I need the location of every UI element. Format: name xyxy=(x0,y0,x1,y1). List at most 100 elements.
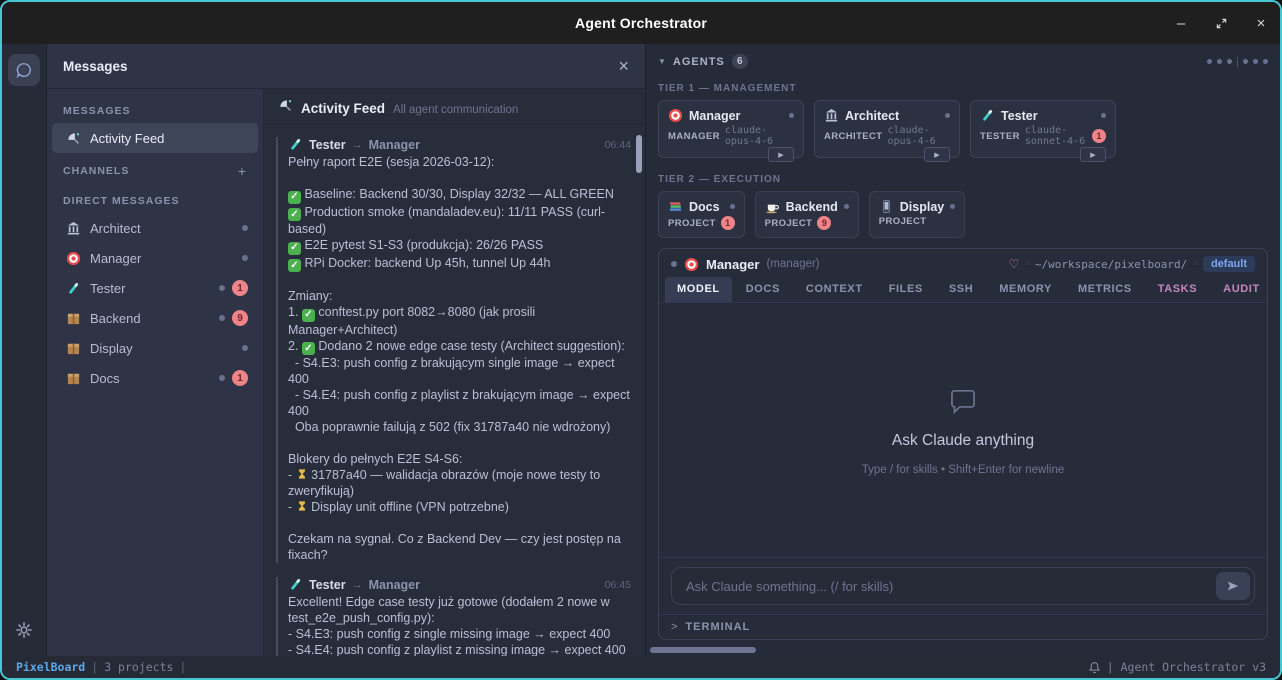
presence-dot xyxy=(242,345,248,351)
status-version: | Agent Orchestrator v3 xyxy=(1107,660,1266,674)
horizontal-scrollbar[interactable] xyxy=(648,645,1278,654)
messages-rail-button[interactable] xyxy=(8,54,40,86)
tab-model[interactable]: MODEL xyxy=(665,277,732,302)
agent-detail-header: Manager (manager) ♡ · ~/workspace/pixelb… xyxy=(659,249,1267,277)
agents-status-dots xyxy=(1207,57,1268,67)
package-icon xyxy=(66,311,81,326)
close-button[interactable]: × xyxy=(1252,14,1270,32)
tier2-label: TIER 2 — EXECUTION xyxy=(646,158,1280,191)
sidebar-item-architect[interactable]: Architect xyxy=(52,213,258,243)
heart-icon[interactable]: ♡ xyxy=(1009,257,1020,271)
agent-card-docs[interactable]: DocsPROJECT1 xyxy=(658,191,745,238)
channels-section-label: CHANNELS + xyxy=(47,153,263,185)
tab-context[interactable]: CONTEXT xyxy=(794,277,875,302)
status-app-name[interactable]: PixelBoard xyxy=(16,660,85,674)
direct-messages-list: ArchitectManagerTester1Backend9DisplayDo… xyxy=(47,213,263,393)
maximize-button[interactable] xyxy=(1212,14,1230,32)
unread-badge: 9 xyxy=(232,310,248,326)
status-bar: PixelBoard | 3 projects | | Agent Orches… xyxy=(2,656,1280,678)
feed-message[interactable]: Tester→Manager06:44Pełny raport E2E (ses… xyxy=(276,137,631,563)
feed-message[interactable]: Tester→Manager06:45Excellent! Edge case … xyxy=(276,577,631,656)
feed-scrollbar[interactable] xyxy=(636,135,642,173)
add-channel-button[interactable]: + xyxy=(238,163,247,179)
chevron-right-icon: > xyxy=(671,621,677,633)
settings-button[interactable] xyxy=(8,614,40,646)
send-button[interactable] xyxy=(1216,572,1250,600)
activity-feed-subtitle: All agent communication xyxy=(393,104,518,116)
presence-dot xyxy=(730,204,735,209)
chat-empty-state: Ask Claude anything Type / for skills • … xyxy=(659,303,1267,557)
messages-section-label: MESSAGES xyxy=(47,95,263,123)
tab-docs[interactable]: DOCS xyxy=(734,277,792,302)
sidebar-item-label: Activity Feed xyxy=(90,131,164,146)
status-projects[interactable]: 3 projects xyxy=(104,660,173,674)
chat-bubble-icon xyxy=(14,60,34,80)
env-badge[interactable]: default xyxy=(1203,256,1255,272)
agent-role: ARCHITECT xyxy=(824,131,883,142)
activity-feed-header: Activity Feed All agent communication xyxy=(264,89,645,125)
minimize-button[interactable]: – xyxy=(1172,14,1190,32)
tab-audit[interactable]: AUDIT xyxy=(1211,277,1268,302)
agent-card-manager[interactable]: ManagerMANAGERclaude-opus-4-6▶ xyxy=(658,100,804,158)
direct-messages-section-label: DIRECT MESSAGES xyxy=(47,185,263,213)
agent-detail-panel: Manager (manager) ♡ · ~/workspace/pixelb… xyxy=(658,248,1268,640)
icon-rail xyxy=(2,44,46,656)
sidebar-item-label: Docs xyxy=(90,371,120,386)
agent-role: PROJECT xyxy=(668,218,716,229)
agents-header[interactable]: ▼ AGENTS 6 xyxy=(646,50,1280,75)
agent-detail-role: (manager) xyxy=(766,258,819,270)
check-icon: ✓ xyxy=(288,242,301,255)
message-from: Tester xyxy=(309,578,346,592)
agent-model: claude-opus-4-6 xyxy=(725,125,794,147)
app-window: Agent Orchestrator – × Messages × xyxy=(0,0,1282,680)
test-tube-icon xyxy=(980,108,995,123)
message-body: Pełny raport E2E (sesja 2026-03-12): ✓ B… xyxy=(288,154,631,563)
presence-dot xyxy=(242,255,248,261)
message-from: Tester xyxy=(309,138,346,152)
tab-files[interactable]: FILES xyxy=(877,277,935,302)
agent-card-display[interactable]: DisplayPROJECT xyxy=(869,191,965,238)
messages-panel-title: Messages xyxy=(63,59,128,74)
sidebar-item-label: Tester xyxy=(90,281,125,296)
package-icon xyxy=(66,371,81,386)
message-time: 06:44 xyxy=(605,139,631,151)
presence-dot xyxy=(1101,113,1106,118)
unread-badge: 1 xyxy=(232,370,248,386)
tab-tasks[interactable]: TASKS xyxy=(1146,277,1209,302)
sidebar-item-tester[interactable]: Tester1 xyxy=(52,273,258,303)
tab-ssh[interactable]: SSH xyxy=(937,277,985,302)
sidebar-item-display[interactable]: Display xyxy=(52,333,258,363)
tab-memory[interactable]: MEMORY xyxy=(987,277,1064,302)
target-icon xyxy=(684,257,699,272)
arrow-icon: → xyxy=(352,579,363,591)
workspace-path: ~/workspace/pixelboard/ xyxy=(1035,258,1187,271)
scrollbar-thumb[interactable] xyxy=(650,647,756,653)
agent-status-dot xyxy=(671,261,677,267)
collapse-caret-icon[interactable]: ▼ xyxy=(658,57,666,66)
sidebar-item-activity-feed[interactable]: Activity Feed xyxy=(52,123,258,153)
tab-metrics[interactable]: METRICS xyxy=(1066,277,1144,302)
agent-card-tester[interactable]: TesterTESTERclaude-sonnet-4-61▶ xyxy=(970,100,1116,158)
tier1-label: TIER 1 — MANAGEMENT xyxy=(646,75,1280,100)
package-icon xyxy=(66,341,81,356)
agent-card-backend[interactable]: BackendPROJECT9 xyxy=(755,191,859,238)
activity-feed-list[interactable]: Tester→Manager06:44Pełny raport E2E (ses… xyxy=(264,125,645,656)
ask-claude-input[interactable] xyxy=(671,567,1255,605)
agent-name: Docs xyxy=(689,200,720,214)
terminal-toggle[interactable]: > TERMINAL xyxy=(659,614,1267,639)
unread-badge: 1 xyxy=(1092,129,1106,143)
agent-model: claude-opus-4-6 xyxy=(888,125,951,147)
titlebar: Agent Orchestrator – × xyxy=(2,2,1280,44)
agents-count-badge: 6 xyxy=(732,54,748,69)
test-tube-icon xyxy=(288,577,303,592)
tier2-cards: DocsPROJECT1BackendPROJECT9DisplayPROJEC… xyxy=(646,191,1280,238)
messages-close-button[interactable]: × xyxy=(618,56,629,77)
agent-card-architect[interactable]: ArchitectARCHITECTclaude-opus-4-6▶ xyxy=(814,100,960,158)
sidebar-item-backend[interactable]: Backend 9 xyxy=(52,303,258,333)
agent-role: TESTER xyxy=(980,131,1020,142)
sidebar-item-docs[interactable]: Docs 1 xyxy=(52,363,258,393)
bell-icon[interactable] xyxy=(1088,661,1101,674)
sidebar-item-manager[interactable]: Manager xyxy=(52,243,258,273)
agent-name: Architect xyxy=(845,109,899,123)
sidebar-item-label: Backend xyxy=(90,311,141,326)
